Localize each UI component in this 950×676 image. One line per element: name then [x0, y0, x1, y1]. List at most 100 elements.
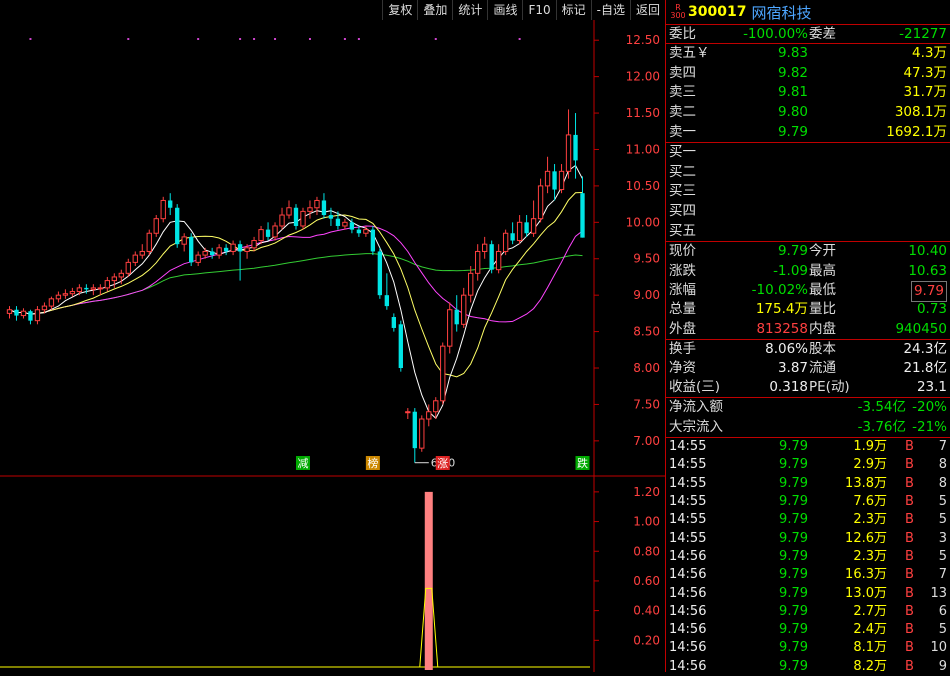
candle-body-up[interactable] — [565, 134, 572, 172]
candle-body-up[interactable] — [426, 411, 432, 420]
candle-body-up[interactable] — [307, 207, 313, 212]
candle-body-up[interactable] — [62, 293, 69, 296]
candle-body-up[interactable] — [475, 250, 481, 274]
candle-body-down[interactable] — [370, 229, 376, 252]
candle-body-up[interactable] — [251, 240, 257, 249]
candle-body-up[interactable] — [153, 218, 159, 234]
candle-body-down[interactable] — [84, 287, 89, 290]
back-button[interactable]: 返回 — [629, 0, 665, 20]
candle-body-up[interactable] — [537, 185, 544, 220]
candle-body-up[interactable] — [6, 309, 13, 314]
candle-body-up[interactable] — [433, 400, 439, 413]
candle-body-down[interactable] — [293, 207, 299, 226]
candle-body-down[interactable] — [14, 309, 19, 316]
candle-body-up[interactable] — [279, 214, 285, 227]
candle-body-up[interactable] — [181, 236, 187, 245]
candle-body-down[interactable] — [454, 309, 459, 325]
candle-body-up[interactable] — [461, 294, 467, 325]
candle-body-up[interactable] — [202, 250, 208, 256]
candle-body-up[interactable] — [516, 221, 523, 242]
candle-body-down[interactable] — [398, 324, 403, 369]
candle-body-up[interactable] — [55, 294, 62, 300]
tick-row[interactable]: 14:55 9.79 2.9万 B 8 — [666, 456, 950, 474]
candle-body-up[interactable] — [132, 254, 138, 263]
candle-body-up[interactable] — [502, 232, 509, 252]
mark-button[interactable]: 标记 — [555, 0, 591, 20]
candle-body-up[interactable] — [34, 309, 41, 322]
tick-row[interactable]: 14:55 9.79 2.3万 B 5 — [666, 511, 950, 529]
tick-row[interactable]: 14:56 9.79 16.3万 B 7 — [666, 566, 950, 584]
watchlist-button[interactable]: -自选 — [590, 0, 630, 20]
candle-body-up[interactable] — [90, 287, 97, 290]
candle-body-up[interactable] — [160, 199, 166, 220]
candle-body-up[interactable] — [286, 207, 292, 216]
candle-body-up[interactable] — [558, 170, 565, 191]
candle-body-down[interactable] — [377, 251, 383, 296]
candle-body-up[interactable] — [20, 310, 27, 317]
candle-body-up[interactable] — [111, 276, 117, 282]
candle-body-down[interactable] — [356, 229, 362, 234]
candle-body-down[interactable] — [328, 215, 334, 219]
candle-body-up[interactable] — [104, 280, 110, 289]
candle-body-down[interactable] — [321, 200, 327, 216]
candle-body-up[interactable] — [495, 250, 502, 271]
tick-row[interactable]: 14:55 9.79 13.8万 B 8 — [666, 475, 950, 493]
stock-name[interactable]: 网宿科技 — [751, 2, 811, 23]
candle-body-up[interactable] — [419, 418, 425, 449]
tick-row[interactable]: 14:56 9.79 8.1万 B 10 — [666, 639, 950, 657]
kline-chart[interactable]: 12.50 12.00 11.50 11.00 10.50 10.00 9.50 9.00 8.… — [0, 0, 665, 672]
candle-body-up[interactable] — [41, 305, 48, 311]
candle-body-up[interactable] — [125, 261, 131, 274]
candle-body-up[interactable] — [76, 287, 83, 293]
candle-body-up[interactable] — [468, 272, 474, 296]
candle-body-down[interactable] — [510, 233, 515, 241]
stock-code[interactable]: 300017 — [688, 4, 746, 20]
candle-body-down[interactable] — [524, 222, 529, 234]
draw-line-button[interactable]: 画线 — [487, 0, 523, 20]
candle-body-up[interactable] — [118, 272, 124, 278]
candle-body-down[interactable] — [28, 311, 33, 321]
candle-body-up[interactable] — [48, 298, 55, 307]
tick-row[interactable]: 14:56 9.79 8.2万 B 9 — [666, 658, 950, 676]
candle-body-up[interactable] — [69, 291, 76, 295]
candle-body-down[interactable] — [573, 134, 578, 161]
candle-body-up[interactable] — [146, 232, 152, 252]
candle-body-down[interactable] — [223, 247, 229, 252]
overlay-button[interactable]: 叠加 — [417, 0, 453, 20]
candle-body-up[interactable] — [482, 243, 488, 252]
candle-body-down[interactable] — [335, 218, 341, 226]
candle-body-up[interactable] — [530, 218, 537, 234]
candle-body-up[interactable] — [244, 247, 250, 252]
candle-body-up[interactable] — [195, 254, 201, 263]
candle-body-up[interactable] — [363, 229, 369, 234]
candle-body-down[interactable] — [265, 229, 271, 237]
candle-body-down[interactable] — [189, 236, 194, 263]
candle-body-down[interactable] — [175, 207, 180, 245]
candle-body-down[interactable] — [552, 171, 557, 190]
tick-row[interactable]: 14:56 9.79 2.3万 B 5 — [666, 548, 950, 566]
candle-body-up[interactable] — [314, 199, 320, 209]
tick-row[interactable]: 14:56 9.79 2.7万 B 6 — [666, 603, 950, 621]
candle-body-up[interactable] — [97, 287, 104, 290]
indicator-bar[interactable] — [424, 491, 433, 670]
candle-body-up[interactable] — [230, 243, 236, 252]
candle-body-down[interactable] — [168, 200, 173, 208]
candle-body-up[interactable] — [300, 210, 306, 227]
candle-body-down[interactable] — [412, 411, 417, 449]
f10-button[interactable]: F10 — [522, 0, 556, 20]
candle-body-up[interactable] — [216, 247, 222, 256]
tick-row[interactable]: 14:55 9.79 12.6万 B 3 — [666, 530, 950, 548]
restore-rights-button[interactable]: 复权 — [382, 0, 418, 20]
tick-row[interactable]: 14:56 9.79 2.4万 B 5 — [666, 621, 950, 639]
candle-body-up[interactable] — [405, 411, 411, 414]
candle-body-down[interactable] — [349, 222, 355, 230]
candle-body-up[interactable] — [440, 345, 446, 402]
candle-body-up[interactable] — [139, 250, 145, 256]
candle-body-up[interactable] — [272, 225, 278, 238]
tick-row[interactable]: 14:56 9.79 13.0万 B 13 — [666, 585, 950, 603]
candle-body-down[interactable] — [384, 295, 390, 307]
candle-body-up[interactable] — [544, 170, 551, 187]
candle-body-down[interactable] — [237, 244, 243, 252]
tick-row[interactable]: 14:55 9.79 1.9万 B 7 — [666, 438, 950, 456]
statistics-button[interactable]: 统计 — [452, 0, 488, 20]
